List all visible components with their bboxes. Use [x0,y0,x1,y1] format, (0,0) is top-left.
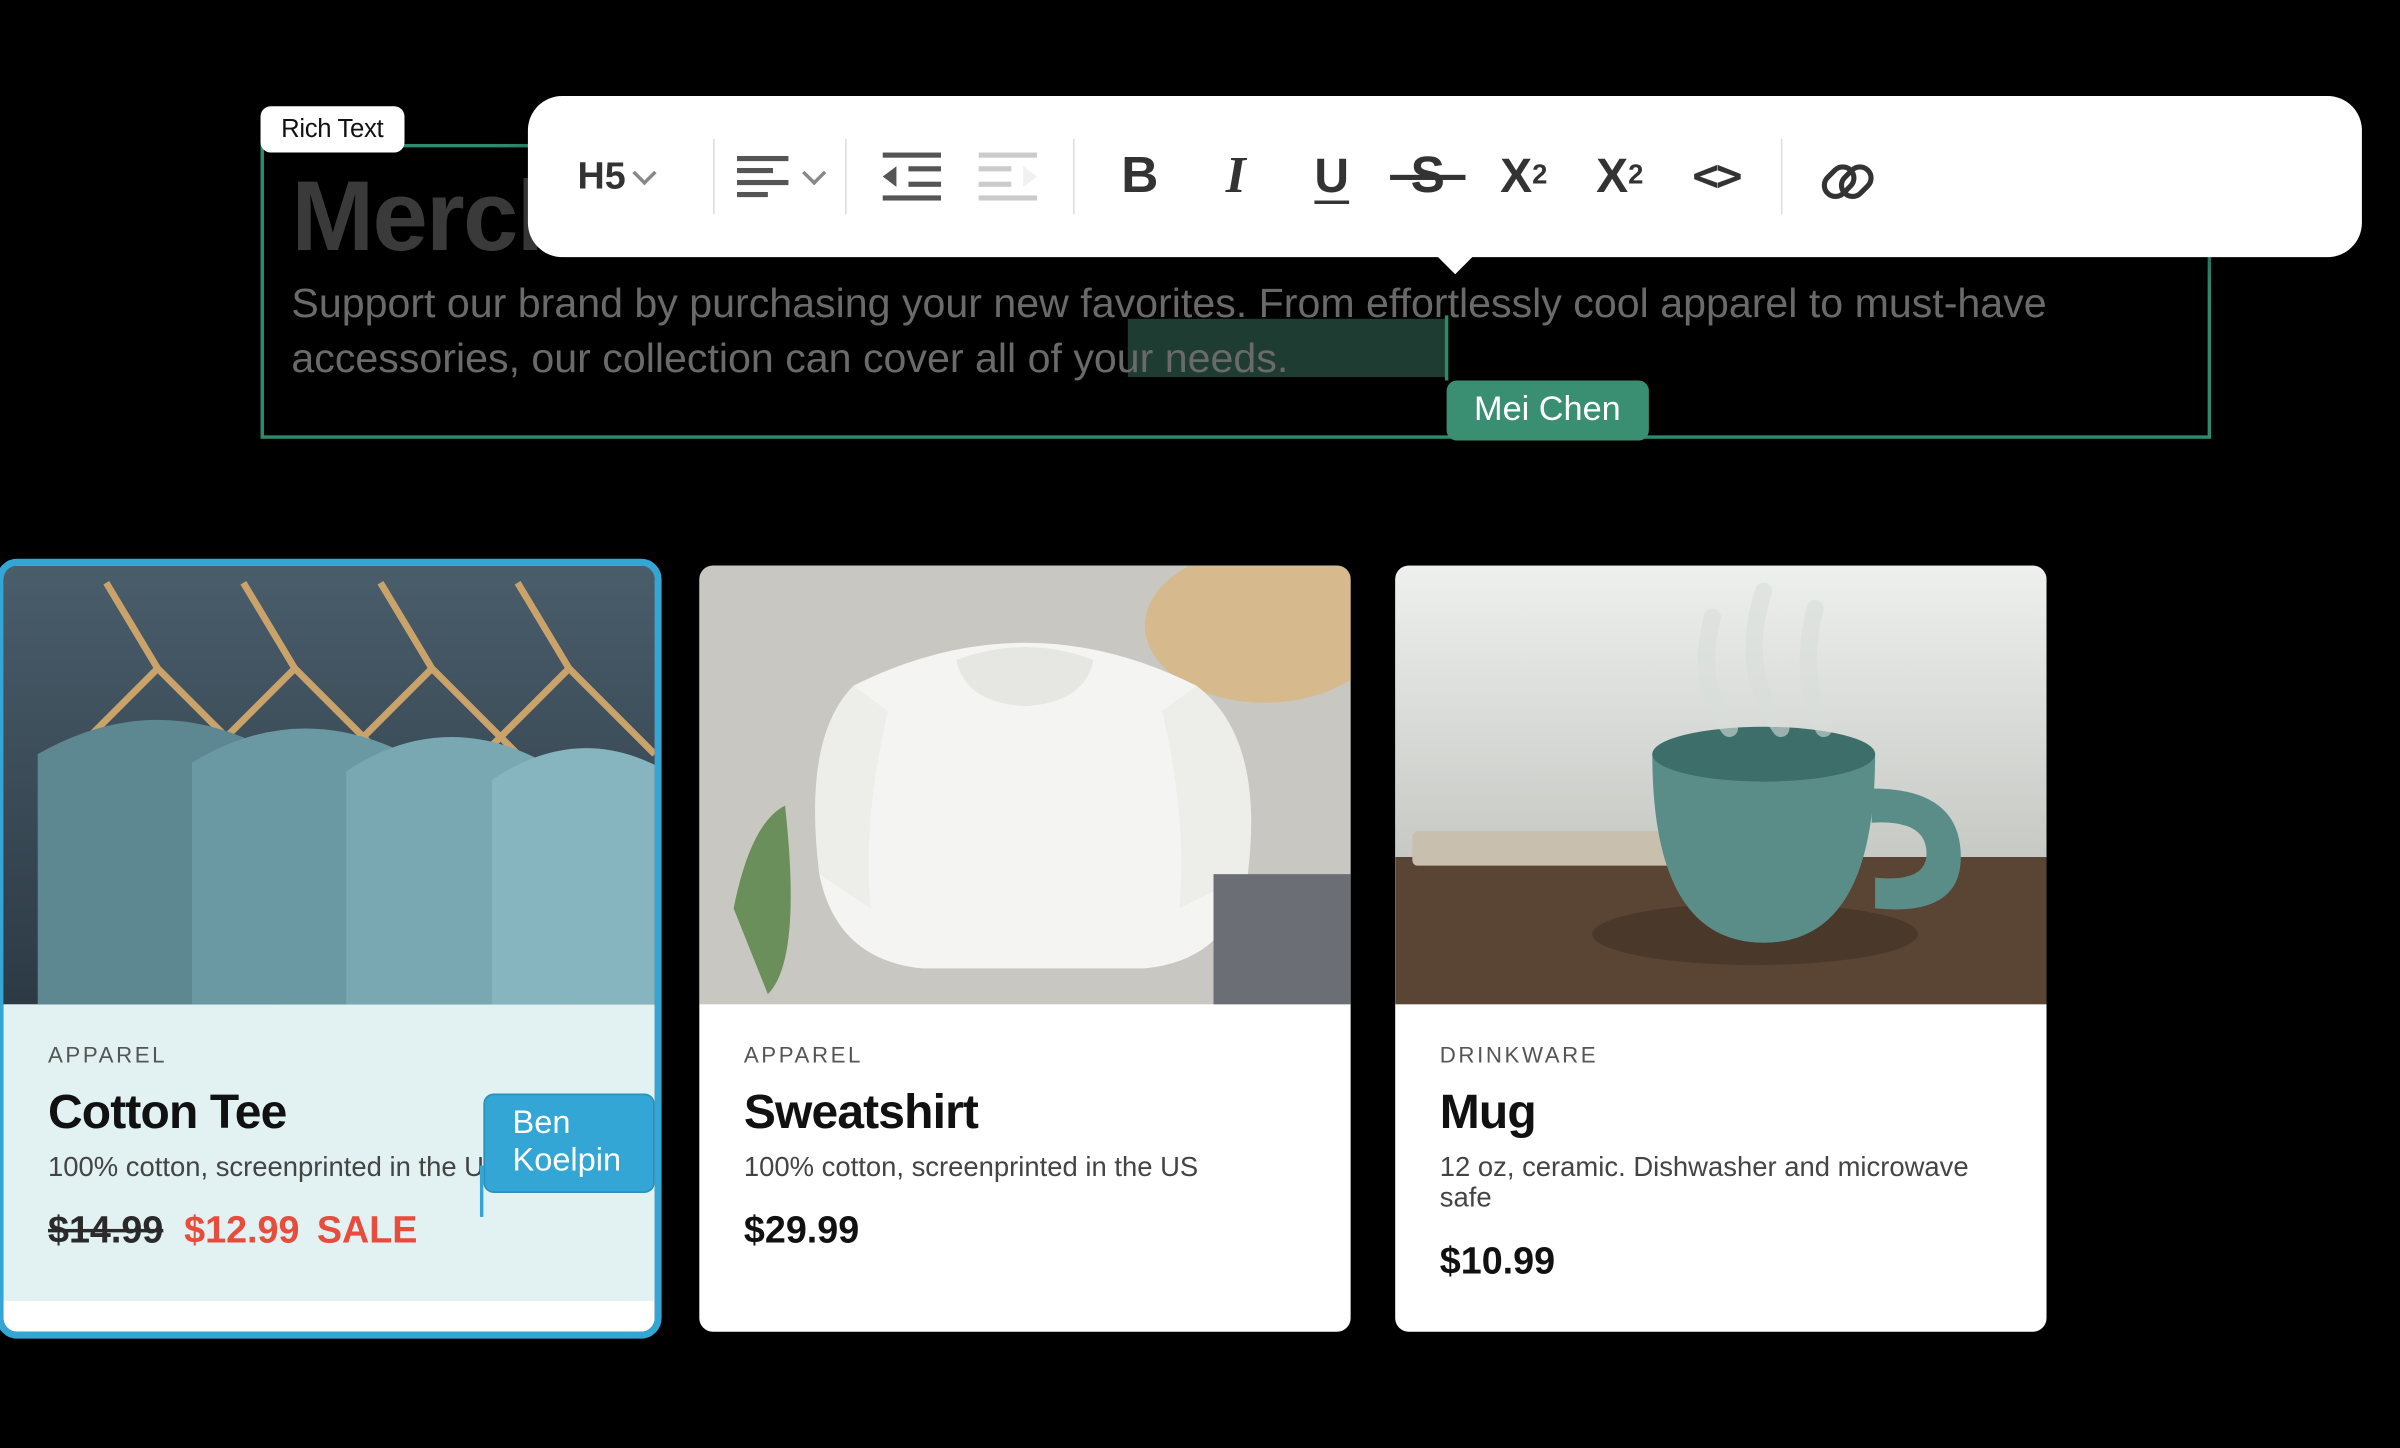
text-caret-green [1445,315,1448,380]
block-type-label: Rich Text [261,106,404,152]
product-price: $14.99 $12.99 SALE [48,1208,610,1253]
italic-button[interactable]: I [1188,129,1284,225]
product-image-sweatshirt [699,566,1350,1005]
product-category: APPAREL [744,1042,1306,1068]
toolbar-divider [1073,139,1075,214]
link-icon [1824,153,1872,201]
outdent-button[interactable] [864,129,960,225]
product-desc: 100% cotton, screenprinted in the US [744,1154,1306,1185]
subscript-button[interactable]: X2 [1476,129,1572,225]
price-original: $14.99 [48,1208,163,1251]
toolbar-divider [1781,139,1783,214]
align-left-icon [737,156,788,197]
product-card-cotton-tee[interactable]: APPAREL Cotton Tee 100% cotton, screenpr… [3,566,654,1332]
product-grid: APPAREL Cotton Tee 100% cotton, screenpr… [3,566,2046,1332]
toolbar-divider [845,139,847,214]
product-category: APPAREL [48,1042,610,1068]
chevron-down-icon [632,161,656,185]
link-button[interactable] [1800,129,1896,225]
chevron-down-icon [802,161,826,185]
toolbar-pointer [1431,250,1479,274]
code-button[interactable]: <> [1668,129,1764,225]
product-card-mug[interactable]: DRINKWARE Mug 12 oz, ceramic. Dishwasher… [1395,566,2046,1332]
product-price: $29.99 [744,1208,1306,1253]
indent-button[interactable] [960,129,1056,225]
product-title: Mug [1440,1085,2002,1140]
product-card-sweatshirt[interactable]: APPAREL Sweatshirt 100% cotton, screenpr… [699,566,1350,1332]
product-desc: 12 oz, ceramic. Dishwasher and microwave… [1440,1154,2002,1216]
outdent-icon [883,153,941,201]
product-price: $10.99 [1440,1239,2002,1284]
price-sale: $12.99 [184,1208,299,1251]
strikethrough-button[interactable]: S [1380,129,1476,225]
indent-icon [979,153,1037,201]
page-subheading[interactable]: Support our brand by purchasing your new… [291,278,2108,389]
underline-button[interactable]: U [1284,129,1380,225]
sale-badge: SALE [317,1208,418,1251]
rich-text-toolbar: H5 B I U S X2 X2 <> [528,96,2362,257]
collaborator-tag-mei: Mei Chen [1447,381,1649,441]
product-image-tee [3,566,654,1005]
product-image-mug [1395,566,2046,1005]
product-title: Sweatshirt [744,1085,1306,1140]
product-category: DRINKWARE [1440,1042,2002,1068]
collaborator-tag-ben: Ben Koelpin [483,1094,654,1193]
bold-button[interactable]: B [1092,129,1188,225]
heading-level-label: H5 [578,154,626,199]
align-button[interactable] [732,129,828,225]
heading-level-select[interactable]: H5 [566,129,665,225]
toolbar-divider [713,139,715,214]
superscript-button[interactable]: X2 [1572,129,1668,225]
